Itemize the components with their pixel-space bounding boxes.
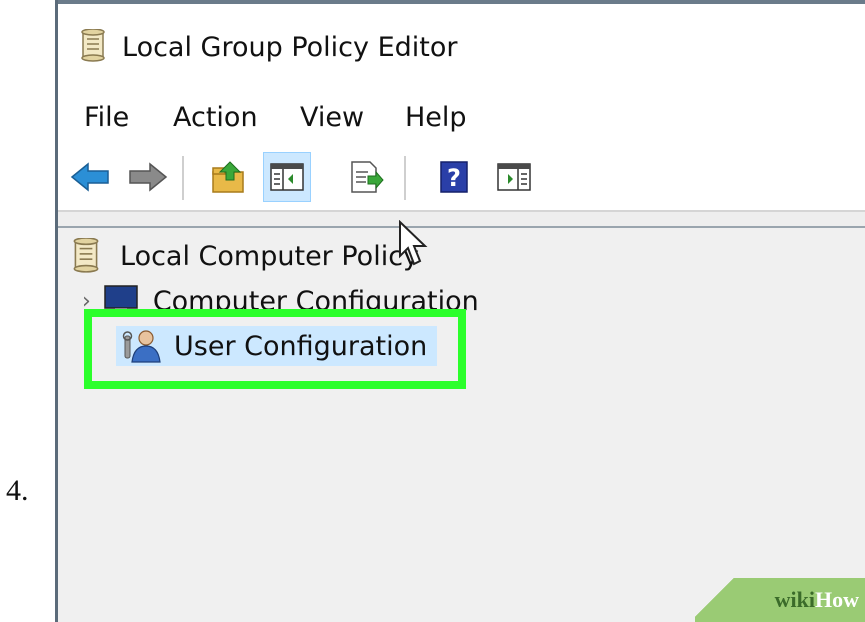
chevron-right-icon[interactable]: › [82, 289, 91, 314]
export-list-button[interactable] [342, 152, 390, 202]
group-policy-editor-window: Local Group Policy Editor File Action Vi… [55, 0, 865, 622]
console-tree: Local Computer Policy › Computer Configu… [58, 220, 865, 622]
up-folder-icon [212, 161, 244, 193]
show-hide-action-pane-button[interactable] [490, 152, 538, 202]
watermark-how: How [815, 587, 859, 612]
menu-view[interactable]: View [300, 102, 364, 133]
policy-scroll-icon [81, 29, 105, 62]
step-number: 4. [6, 474, 29, 507]
menu-bar: File Action View Help [58, 88, 865, 146]
computer-icon [104, 285, 138, 316]
show-hide-tree-icon [270, 163, 304, 191]
tree-node-label: User Configuration [174, 330, 428, 362]
tree-node-label: Local Computer Policy [120, 240, 420, 272]
help-button[interactable]: ? [430, 152, 478, 202]
menu-action[interactable]: Action [173, 102, 258, 133]
window-title: Local Group Policy Editor [122, 32, 458, 63]
menu-help[interactable]: Help [405, 102, 467, 133]
forward-button[interactable] [124, 152, 172, 202]
forward-arrow-icon [129, 162, 168, 192]
tree-node-user-configuration[interactable]: User Configuration [116, 326, 438, 366]
mouse-pointer-icon [399, 220, 428, 266]
back-arrow-icon [70, 162, 109, 192]
show-hide-action-pane-icon [497, 163, 531, 191]
wikihow-watermark: wiki How [695, 578, 865, 622]
toolbar: ? [58, 146, 865, 212]
watermark-wiki: wiki [774, 587, 815, 612]
tree-node-computer-configuration[interactable]: › Computer Configuration [82, 284, 479, 318]
title-bar: Local Group Policy Editor [58, 0, 865, 88]
tree-node-local-computer-policy[interactable]: Local Computer Policy [70, 238, 419, 274]
tree-node-label: Computer Configuration [152, 285, 479, 317]
export-list-icon [351, 161, 384, 193]
menu-file[interactable]: File [84, 102, 129, 133]
up-one-level-button[interactable] [204, 152, 252, 202]
help-icon: ? [440, 161, 468, 193]
back-button[interactable] [66, 152, 114, 202]
policy-scroll-icon [73, 238, 99, 273]
show-hide-console-tree-button[interactable] [263, 152, 311, 202]
toolbar-divider [58, 212, 865, 228]
svg-text:?: ? [447, 164, 461, 192]
user-configuration-icon [122, 330, 161, 363]
